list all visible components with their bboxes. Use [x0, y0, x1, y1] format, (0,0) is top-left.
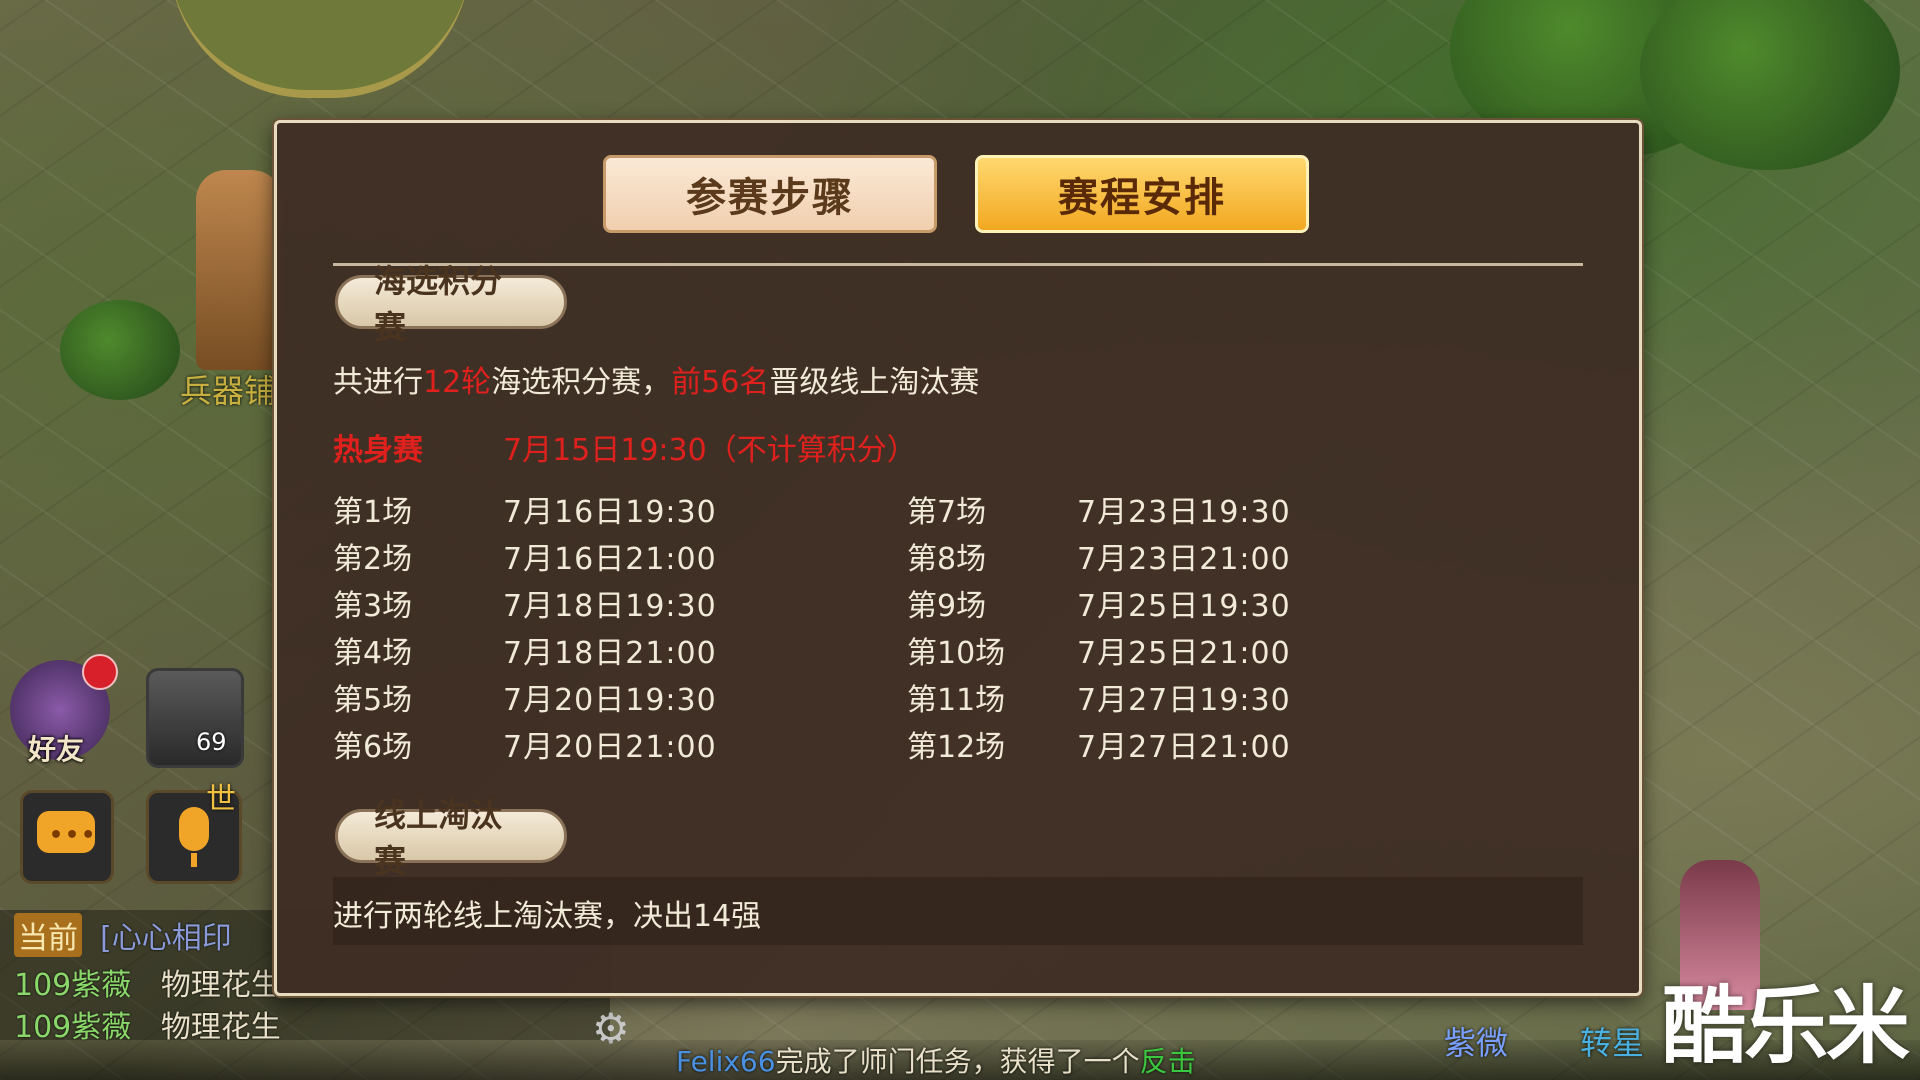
section-tag-knockout: 线上淘汰赛	[335, 796, 567, 880]
match-time: 7月25日21:00	[1077, 636, 1291, 671]
overhead-name: 紫微	[1444, 1024, 1509, 1062]
schedule-dialog: 参赛步骤 赛程安排 海选积分赛 共进行12轮海选积分赛，前56名晋级线上淘汰赛 …	[274, 120, 1642, 996]
world-channel-tag: 世	[206, 782, 236, 817]
chat-message: 物理花生	[160, 968, 281, 1003]
bush	[60, 300, 180, 400]
match-time: 7月25日19:30	[1077, 589, 1291, 624]
match-label: 第10场	[907, 636, 1006, 671]
npc-character[interactable]	[196, 170, 282, 370]
match-time: 7月16日19:30	[503, 495, 717, 530]
npc-name-label: 兵器铺	[180, 372, 277, 410]
warmup-time: 7月15日19:30（不计算积分）	[503, 433, 917, 468]
system-message: Felix66完成了师门任务，获得了一个反击	[676, 1040, 1196, 1080]
match-time: 7月16日21:00	[503, 542, 717, 577]
chat-button[interactable]: •••	[20, 790, 114, 884]
match-label: 第12场	[907, 730, 1006, 765]
qualifier-summary: 共进行12轮海选积分赛，前56名晋级线上淘汰赛	[333, 365, 980, 400]
match-label: 第2场	[333, 542, 413, 577]
match-time: 7月23日21:00	[1077, 542, 1291, 577]
tab-schedule[interactable]: 赛程安排	[975, 155, 1309, 233]
advance-count: 前56名	[671, 365, 770, 400]
overhead-name: 转星	[1580, 1024, 1645, 1062]
pet-level: 69	[196, 728, 227, 756]
match-label: 第9场	[907, 589, 987, 624]
match-time: 7月20日19:30	[503, 683, 717, 718]
match-label: 第5场	[333, 683, 413, 718]
chat-line: [心心相印	[100, 921, 232, 956]
notification-dot	[82, 654, 118, 690]
match-time: 7月27日21:00	[1077, 730, 1291, 765]
friends-label: 好友	[28, 733, 85, 766]
match-time: 7月18日21:00	[503, 636, 717, 671]
tab-participation-steps[interactable]: 参赛步骤	[603, 155, 937, 233]
pet-avatar[interactable]	[146, 668, 244, 768]
match-time: 7月27日19:30	[1077, 683, 1291, 718]
round-count: 12轮	[423, 365, 492, 400]
match-time: 7月18日19:30	[503, 589, 717, 624]
match-label: 第11场	[907, 683, 1006, 718]
chat-sender: 109紫薇	[14, 968, 132, 1003]
system-player-name: Felix66	[676, 1045, 776, 1078]
match-label: 第6场	[333, 730, 413, 765]
match-label: 第7场	[907, 495, 987, 530]
match-label: 第3场	[333, 589, 413, 624]
chat-channel-current[interactable]: 当前	[14, 913, 82, 957]
chat-line: 109紫薇 物理花生	[14, 960, 281, 1004]
match-time: 7月23日19:30	[1077, 495, 1291, 530]
match-label: 第8场	[907, 542, 987, 577]
knockout-summary: 进行两轮线上淘汰赛，决出14强	[333, 899, 762, 934]
watermark-logo: 酷乐米	[1661, 977, 1910, 1075]
chat-dots-icon: •••	[49, 823, 98, 848]
section-tag-qualifier: 海选积分赛	[335, 262, 567, 346]
microphone-stand	[191, 853, 197, 867]
match-label: 第1场	[333, 495, 413, 530]
warmup-label: 热身赛	[333, 433, 423, 468]
system-message-text: 完成了师门任务，获得了一个	[775, 1045, 1140, 1078]
microphone-icon	[179, 807, 209, 851]
match-time: 7月20日21:00	[503, 730, 717, 765]
match-label: 第4场	[333, 636, 413, 671]
system-item-name: 反击	[1139, 1045, 1196, 1078]
